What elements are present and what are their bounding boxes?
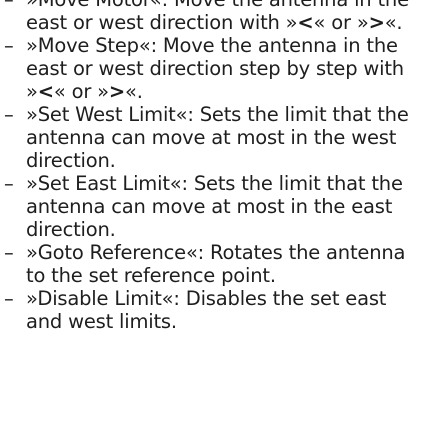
left-arrow-symbol: < [297, 11, 314, 34]
item-label: »Disable Limit« [26, 287, 174, 310]
bullet-dash: – [4, 287, 14, 310]
item-text: »Goto Reference«: Rotates the antenna to… [26, 241, 421, 287]
item-text: »Move Step«: Move the antenna in the eas… [26, 34, 421, 103]
document-body: – »Move Motor«: Move the antenna in the … [0, 0, 421, 333]
item-label: »Goto Reference« [26, 241, 198, 264]
item-label: »Set West Limit« [26, 103, 188, 126]
item-label: »Set East Limit« [26, 172, 182, 195]
item-label: »Move Motor« [26, 0, 162, 11]
list-item-goto-reference: – »Goto Reference«: Rotates the antenna … [0, 241, 421, 287]
list-item-set-west-limit: – »Set West Limit«: Sets the limit that … [0, 103, 421, 172]
item-text-end: «. [384, 11, 403, 34]
right-arrow-symbol: > [368, 11, 385, 34]
bullet-dash: – [4, 103, 14, 126]
list-item-set-east-limit: – »Set East Limit«: Sets the limit that … [0, 172, 421, 241]
item-text-mid: « or » [53, 80, 109, 103]
list-item-move-motor: – »Move Motor«: Move the antenna in the … [0, 0, 421, 34]
bullet-dash: – [4, 172, 14, 195]
list-item-move-step: – »Move Step«: Move the antenna in the e… [0, 34, 421, 103]
item-text: »Disable Limit«: Disables the set east a… [26, 287, 421, 333]
item-text: »Set East Limit«: Sets the limit that th… [26, 172, 421, 241]
item-text: »Set West Limit«: Sets the limit that th… [26, 103, 421, 172]
item-text-mid: « or » [313, 11, 369, 34]
bullet-dash: – [4, 34, 14, 57]
item-text-end: «. [125, 80, 143, 103]
left-arrow-symbol: < [37, 80, 54, 103]
item-text: »Move Motor«: Move the antenna in the ea… [26, 0, 421, 34]
list-item-disable-limit: – »Disable Limit«: Disables the set east… [0, 287, 421, 333]
menu-options-list: – »Move Motor«: Move the antenna in the … [0, 0, 421, 333]
item-label: »Move Step« [26, 34, 151, 57]
right-arrow-symbol: > [108, 80, 126, 103]
bullet-dash: – [0, 0, 26, 34]
bullet-dash: – [4, 241, 14, 264]
